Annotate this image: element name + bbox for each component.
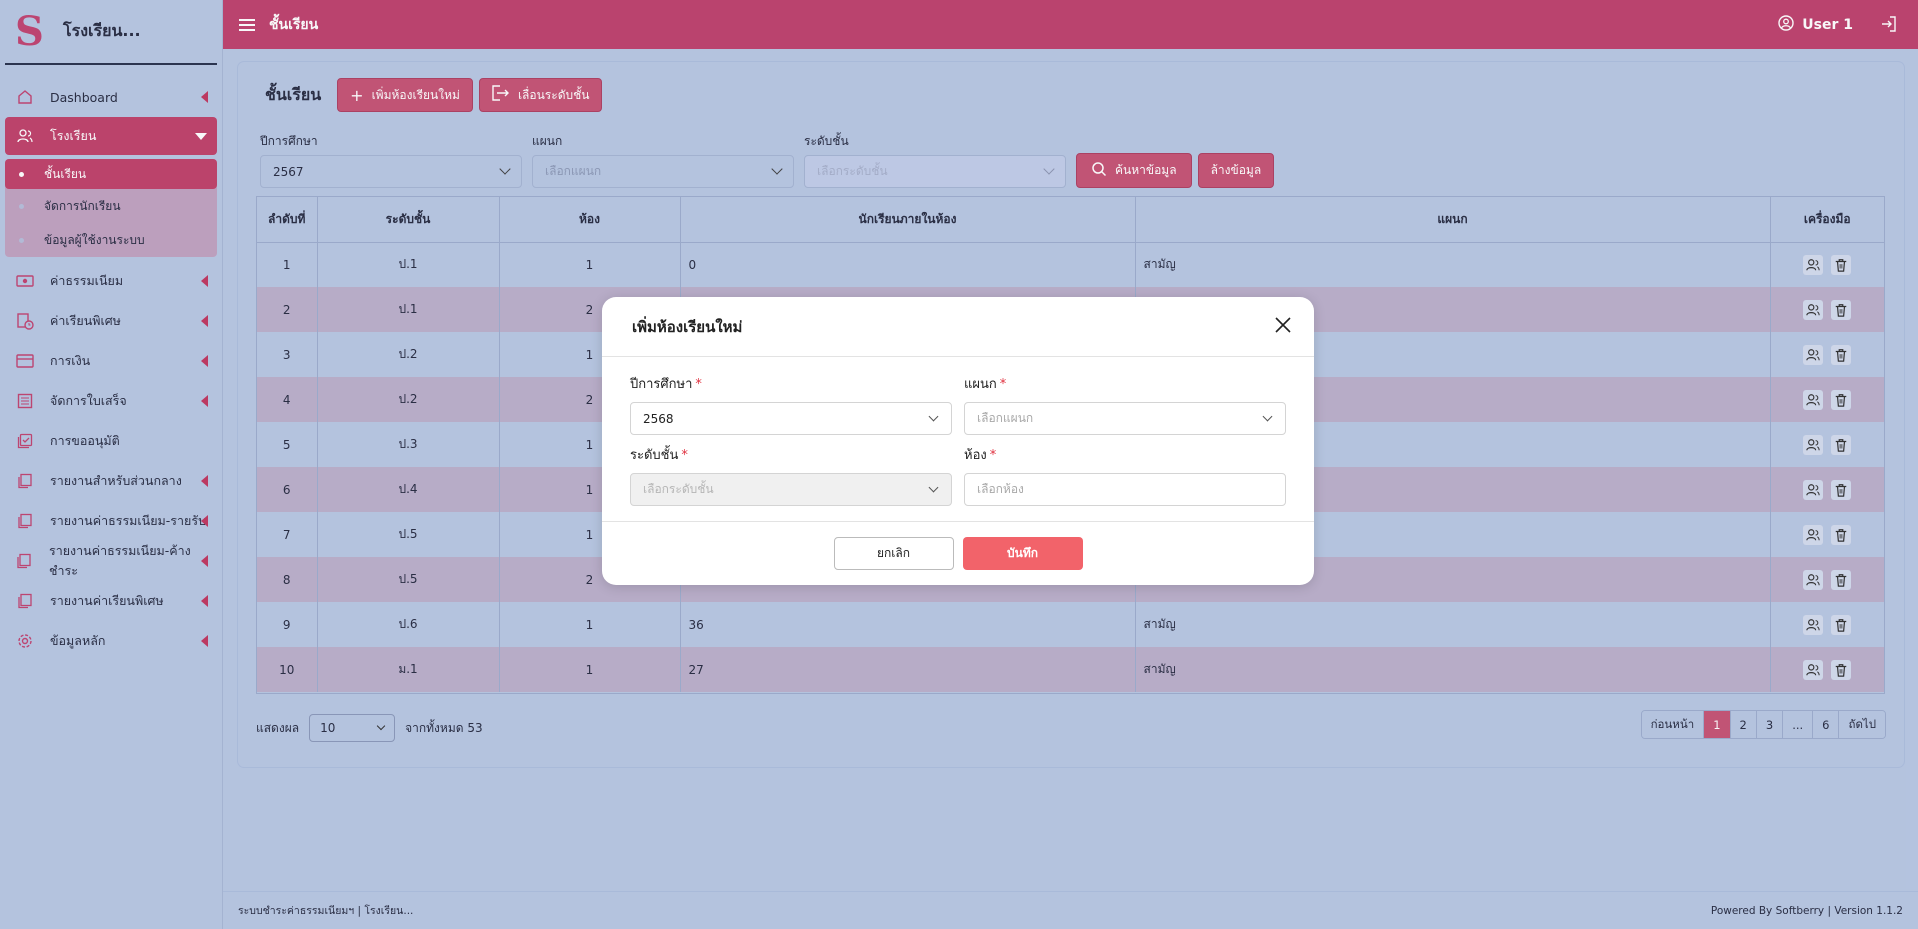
chevron-down-icon <box>1262 411 1273 422</box>
dialog-department-select[interactable]: เลือกแผนก <box>964 402 1286 435</box>
dialog-level-field: ระดับชั้น * เลือกระดับชั้น <box>630 444 952 506</box>
chevron-down-icon <box>928 411 939 422</box>
required-mark: * <box>989 448 997 463</box>
dialog-level-label: ระดับชั้น * <box>630 444 952 465</box>
dialog-room-label: ห้อง * <box>964 444 1286 465</box>
dialog-room-label-text: ห้อง <box>964 448 987 463</box>
dialog-year-select[interactable]: 2568 <box>630 402 952 435</box>
dialog-department-placeholder: เลือกแผนก <box>977 411 1034 425</box>
dialog-department-label-text: แผนก <box>964 377 997 392</box>
dialog-room-placeholder: เลือกห้อง <box>977 482 1024 496</box>
dialog-year-label-text: ปีการศึกษา <box>630 377 693 392</box>
add-class-dialog: เพิ่มห้องเรียนใหม่ ปีการศึกษา * 2568 แผนก… <box>602 297 1314 585</box>
save-button[interactable]: บันทึก <box>962 536 1083 570</box>
dialog-department-field: แผนก * เลือกแผนก <box>964 373 1286 435</box>
chevron-down-icon <box>928 482 939 493</box>
dialog-room-field: ห้อง * เลือกห้อง <box>964 444 1286 506</box>
dialog-level-select[interactable]: เลือกระดับชั้น <box>630 473 952 506</box>
required-mark: * <box>999 377 1007 392</box>
required-mark: * <box>681 448 688 463</box>
cancel-button[interactable]: ยกเลิก <box>833 536 954 570</box>
dialog-level-placeholder: เลือกระดับชั้น <box>643 482 714 496</box>
close-icon[interactable] <box>1274 316 1292 338</box>
dialog-header: เพิ่มห้องเรียนใหม่ <box>602 297 1314 357</box>
dialog-department-label: แผนก * <box>964 373 1286 394</box>
dialog-year-value: 2568 <box>643 411 674 426</box>
dialog-footer: ยกเลิก บันทึก <box>602 522 1314 584</box>
dialog-year-field: ปีการศึกษา * 2568 <box>630 373 952 435</box>
dialog-title: เพิ่มห้องเรียนใหม่ <box>632 317 743 336</box>
dialog-body: ปีการศึกษา * 2568 แผนก * เลือกแผนก ระดับชั… <box>602 357 1314 522</box>
required-mark: * <box>695 377 702 392</box>
dialog-room-input[interactable]: เลือกห้อง <box>964 473 1286 506</box>
dialog-level-label-text: ระดับชั้น <box>630 448 679 463</box>
dialog-year-label: ปีการศึกษา * <box>630 373 952 394</box>
